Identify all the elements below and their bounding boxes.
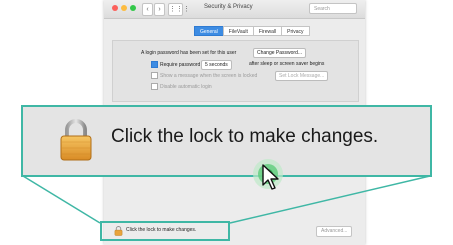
zoom-window-icon[interactable] bbox=[130, 5, 136, 11]
change-password-button[interactable]: Change Password... bbox=[253, 48, 307, 58]
title-bar: ‹ › ⋮⋮⋮ Security & Privacy Search bbox=[104, 0, 365, 19]
show-all-button[interactable]: ⋮⋮⋮ bbox=[168, 3, 190, 16]
zoom-callout: Click the lock to make changes. bbox=[21, 105, 432, 190]
tab-filevault[interactable]: FileVault bbox=[222, 26, 254, 36]
show-message-label: Show a message when the screen is locked bbox=[160, 72, 258, 79]
disable-auto-login-label: Disable automatic login bbox=[160, 83, 212, 90]
forward-button[interactable]: › bbox=[154, 3, 165, 16]
tab-general[interactable]: General bbox=[194, 26, 224, 36]
advanced-button[interactable]: Advanced... bbox=[316, 226, 353, 237]
minimize-window-icon[interactable] bbox=[121, 5, 127, 11]
search-field[interactable]: Search bbox=[309, 3, 357, 14]
require-password-checkbox[interactable] bbox=[151, 61, 158, 68]
zoom-lock-text: Click the lock to make changes. bbox=[111, 126, 379, 147]
disable-auto-login-row: Disable automatic login bbox=[151, 83, 212, 90]
tab-bar: General FileVault Firewall Privacy bbox=[194, 26, 310, 36]
disable-auto-login-checkbox[interactable] bbox=[151, 83, 158, 90]
tab-firewall[interactable]: Firewall bbox=[252, 26, 283, 36]
close-window-icon[interactable] bbox=[112, 5, 118, 11]
require-password-suffix: after sleep or screen saver begins bbox=[249, 61, 325, 67]
require-password-select[interactable]: 5 seconds bbox=[201, 60, 232, 70]
set-lock-message-button[interactable]: Set Lock Message... bbox=[275, 71, 329, 81]
tab-privacy[interactable]: Privacy bbox=[281, 26, 310, 36]
show-message-row: Show a message when the screen is locked bbox=[151, 72, 257, 79]
padlock-icon[interactable] bbox=[59, 118, 93, 162]
general-pane: A login password has been set for this u… bbox=[112, 40, 359, 102]
window-title: Security & Privacy bbox=[204, 4, 253, 10]
require-password-label: Require password bbox=[160, 61, 201, 68]
show-message-checkbox[interactable] bbox=[151, 72, 158, 79]
mouse-pointer-icon bbox=[262, 164, 279, 190]
back-button[interactable]: ‹ bbox=[142, 3, 153, 16]
small-lock-highlight bbox=[100, 221, 230, 241]
require-password-row: Require password bbox=[151, 61, 200, 68]
login-password-text: A login password has been set for this u… bbox=[141, 50, 237, 56]
